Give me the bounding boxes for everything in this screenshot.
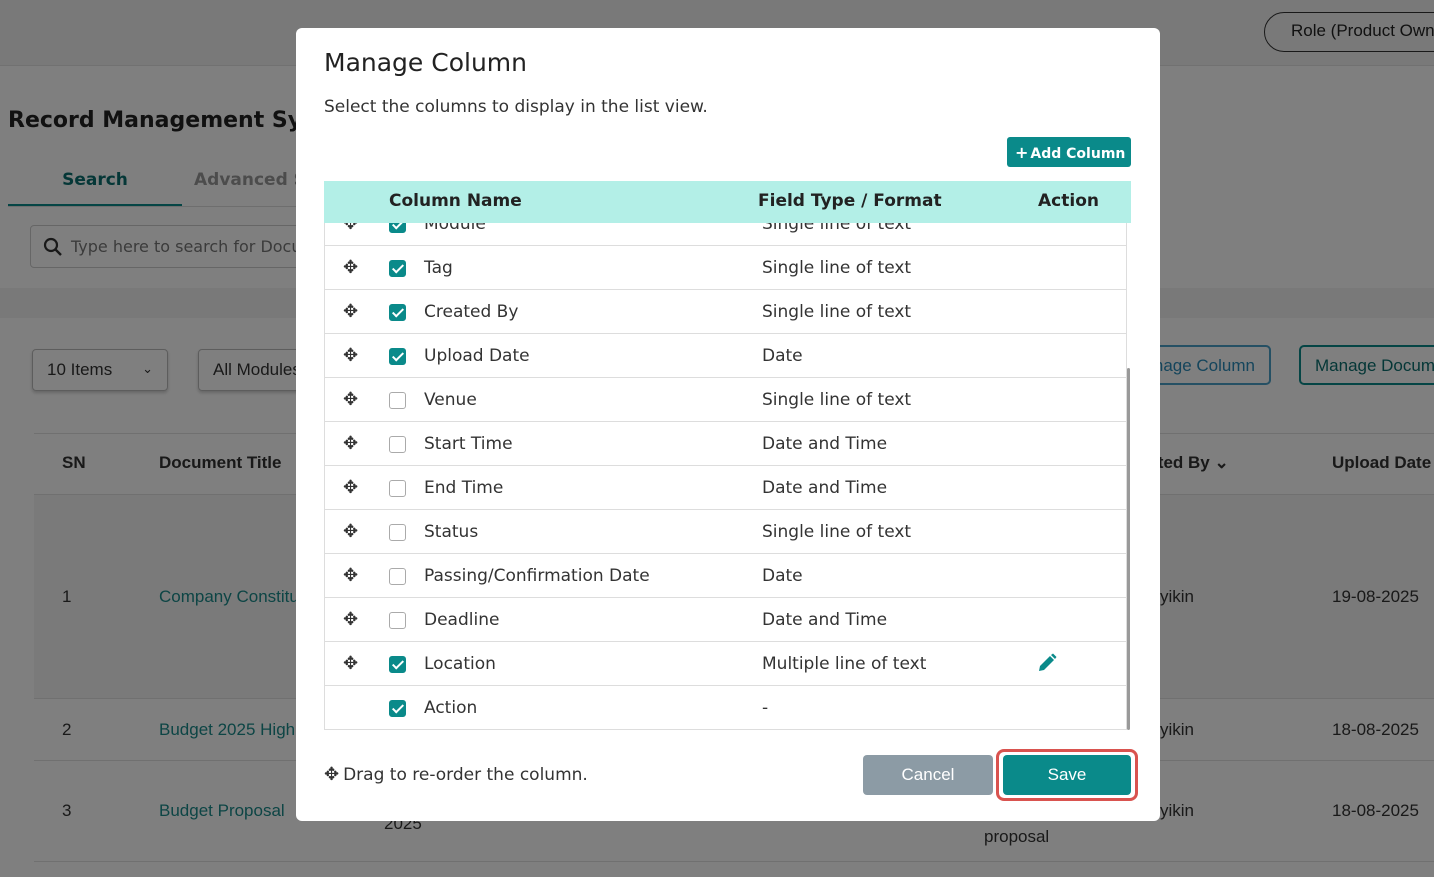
field-type: Single line of text xyxy=(762,258,912,278)
add-column-button[interactable]: + Add Column xyxy=(1007,137,1131,167)
manage-column-dialog: Manage Column Select the columns to disp… xyxy=(296,28,1160,821)
columns-table[interactable]: ✥ Module Single line of text ✥ Tag Singl… xyxy=(324,223,1127,730)
field-type: Date and Time xyxy=(762,610,888,630)
field-type: Date and Time xyxy=(762,478,888,498)
column-name: Tag xyxy=(424,258,453,278)
column-row-deadline[interactable]: ✥ Deadline Date and Time xyxy=(325,597,1126,641)
move-icon[interactable]: ✥ xyxy=(343,345,358,366)
column-name: End Time xyxy=(424,478,504,498)
column-name: Status xyxy=(424,522,479,542)
field-type: Single line of text xyxy=(762,522,912,542)
column-row-passing-confirmation-date[interactable]: ✥ Passing/Confirmation Date Date xyxy=(325,553,1126,597)
checkbox-created-by[interactable] xyxy=(389,304,406,321)
field-type: Single line of text xyxy=(762,390,912,410)
move-icon[interactable]: ✥ xyxy=(343,477,358,498)
move-icon[interactable]: ✥ xyxy=(343,223,358,234)
column-row-end-time[interactable]: ✥ End Time Date and Time xyxy=(325,465,1126,509)
column-name: Created By xyxy=(424,302,519,322)
header-field-type: Field Type / Format xyxy=(758,191,942,211)
column-name: Action xyxy=(424,698,478,718)
column-name: Start Time xyxy=(424,434,513,454)
move-icon[interactable]: ✥ xyxy=(343,609,358,630)
field-type: Multiple line of text xyxy=(762,654,927,674)
column-name: Passing/Confirmation Date xyxy=(424,566,650,586)
checkbox-end-time[interactable] xyxy=(389,480,406,497)
move-icon[interactable]: ✥ xyxy=(343,653,358,674)
column-row-module[interactable]: ✥ Module Single line of text xyxy=(325,223,1126,245)
checkbox-deadline[interactable] xyxy=(389,612,406,629)
column-name: Location xyxy=(424,654,496,674)
checkbox-passing-confirmation-date[interactable] xyxy=(389,568,406,585)
save-button-highlight: Save xyxy=(996,749,1138,801)
plus-icon: + xyxy=(1015,143,1029,162)
pencil-icon[interactable] xyxy=(1037,653,1057,678)
checkbox-venue[interactable] xyxy=(389,392,406,409)
field-type: Date xyxy=(762,566,803,586)
column-row-location[interactable]: ✥ Location Multiple line of text xyxy=(325,641,1126,685)
move-icon[interactable]: ✥ xyxy=(343,389,358,410)
checkbox-location[interactable] xyxy=(389,656,406,673)
column-row-start-time[interactable]: ✥ Start Time Date and Time xyxy=(325,421,1126,465)
move-icon[interactable]: ✥ xyxy=(343,301,358,322)
field-type: Single line of text xyxy=(762,302,912,322)
save-button[interactable]: Save xyxy=(1003,755,1131,795)
field-type: Date and Time xyxy=(762,434,888,454)
column-name: Module xyxy=(424,223,486,234)
field-type: Single line of text xyxy=(762,223,912,234)
columns-table-header: Column Name Field Type / Format Action xyxy=(324,181,1131,223)
drag-hint: ✥ Drag to re-order the column. xyxy=(324,764,588,785)
dialog-title: Manage Column xyxy=(324,48,527,77)
move-icon[interactable]: ✥ xyxy=(343,257,358,278)
cancel-button[interactable]: Cancel xyxy=(863,755,993,795)
table-scrollbar[interactable] xyxy=(1127,368,1130,730)
column-name: Deadline xyxy=(424,610,500,630)
checkbox-status[interactable] xyxy=(389,524,406,541)
add-column-label: Add Column xyxy=(1030,146,1126,162)
checkbox-upload-date[interactable] xyxy=(389,348,406,365)
move-icon[interactable]: ✥ xyxy=(343,433,358,454)
checkbox-tag[interactable] xyxy=(389,260,406,277)
column-name: Venue xyxy=(424,390,477,410)
move-icon: ✥ xyxy=(324,764,340,785)
move-icon[interactable]: ✥ xyxy=(343,565,358,586)
checkbox-action[interactable] xyxy=(389,700,406,717)
checkbox-module[interactable] xyxy=(389,223,406,233)
field-type: - xyxy=(762,698,769,718)
column-row-venue[interactable]: ✥ Venue Single line of text xyxy=(325,377,1126,421)
column-name: Upload Date xyxy=(424,346,530,366)
header-column-name: Column Name xyxy=(389,191,522,211)
column-row-tag[interactable]: ✥ Tag Single line of text xyxy=(325,245,1126,289)
checkbox-start-time[interactable] xyxy=(389,436,406,453)
field-type: Date xyxy=(762,346,803,366)
column-row-status[interactable]: ✥ Status Single line of text xyxy=(325,509,1126,553)
drag-hint-text: Drag to re-order the column. xyxy=(343,765,588,785)
column-row-action[interactable]: Action - xyxy=(325,685,1126,729)
header-action: Action xyxy=(1038,191,1099,211)
column-row-upload-date[interactable]: ✥ Upload Date Date xyxy=(325,333,1126,377)
column-row-created-by[interactable]: ✥ Created By Single line of text xyxy=(325,289,1126,333)
move-icon[interactable]: ✥ xyxy=(343,521,358,542)
dialog-subtitle: Select the columns to display in the lis… xyxy=(324,97,708,117)
